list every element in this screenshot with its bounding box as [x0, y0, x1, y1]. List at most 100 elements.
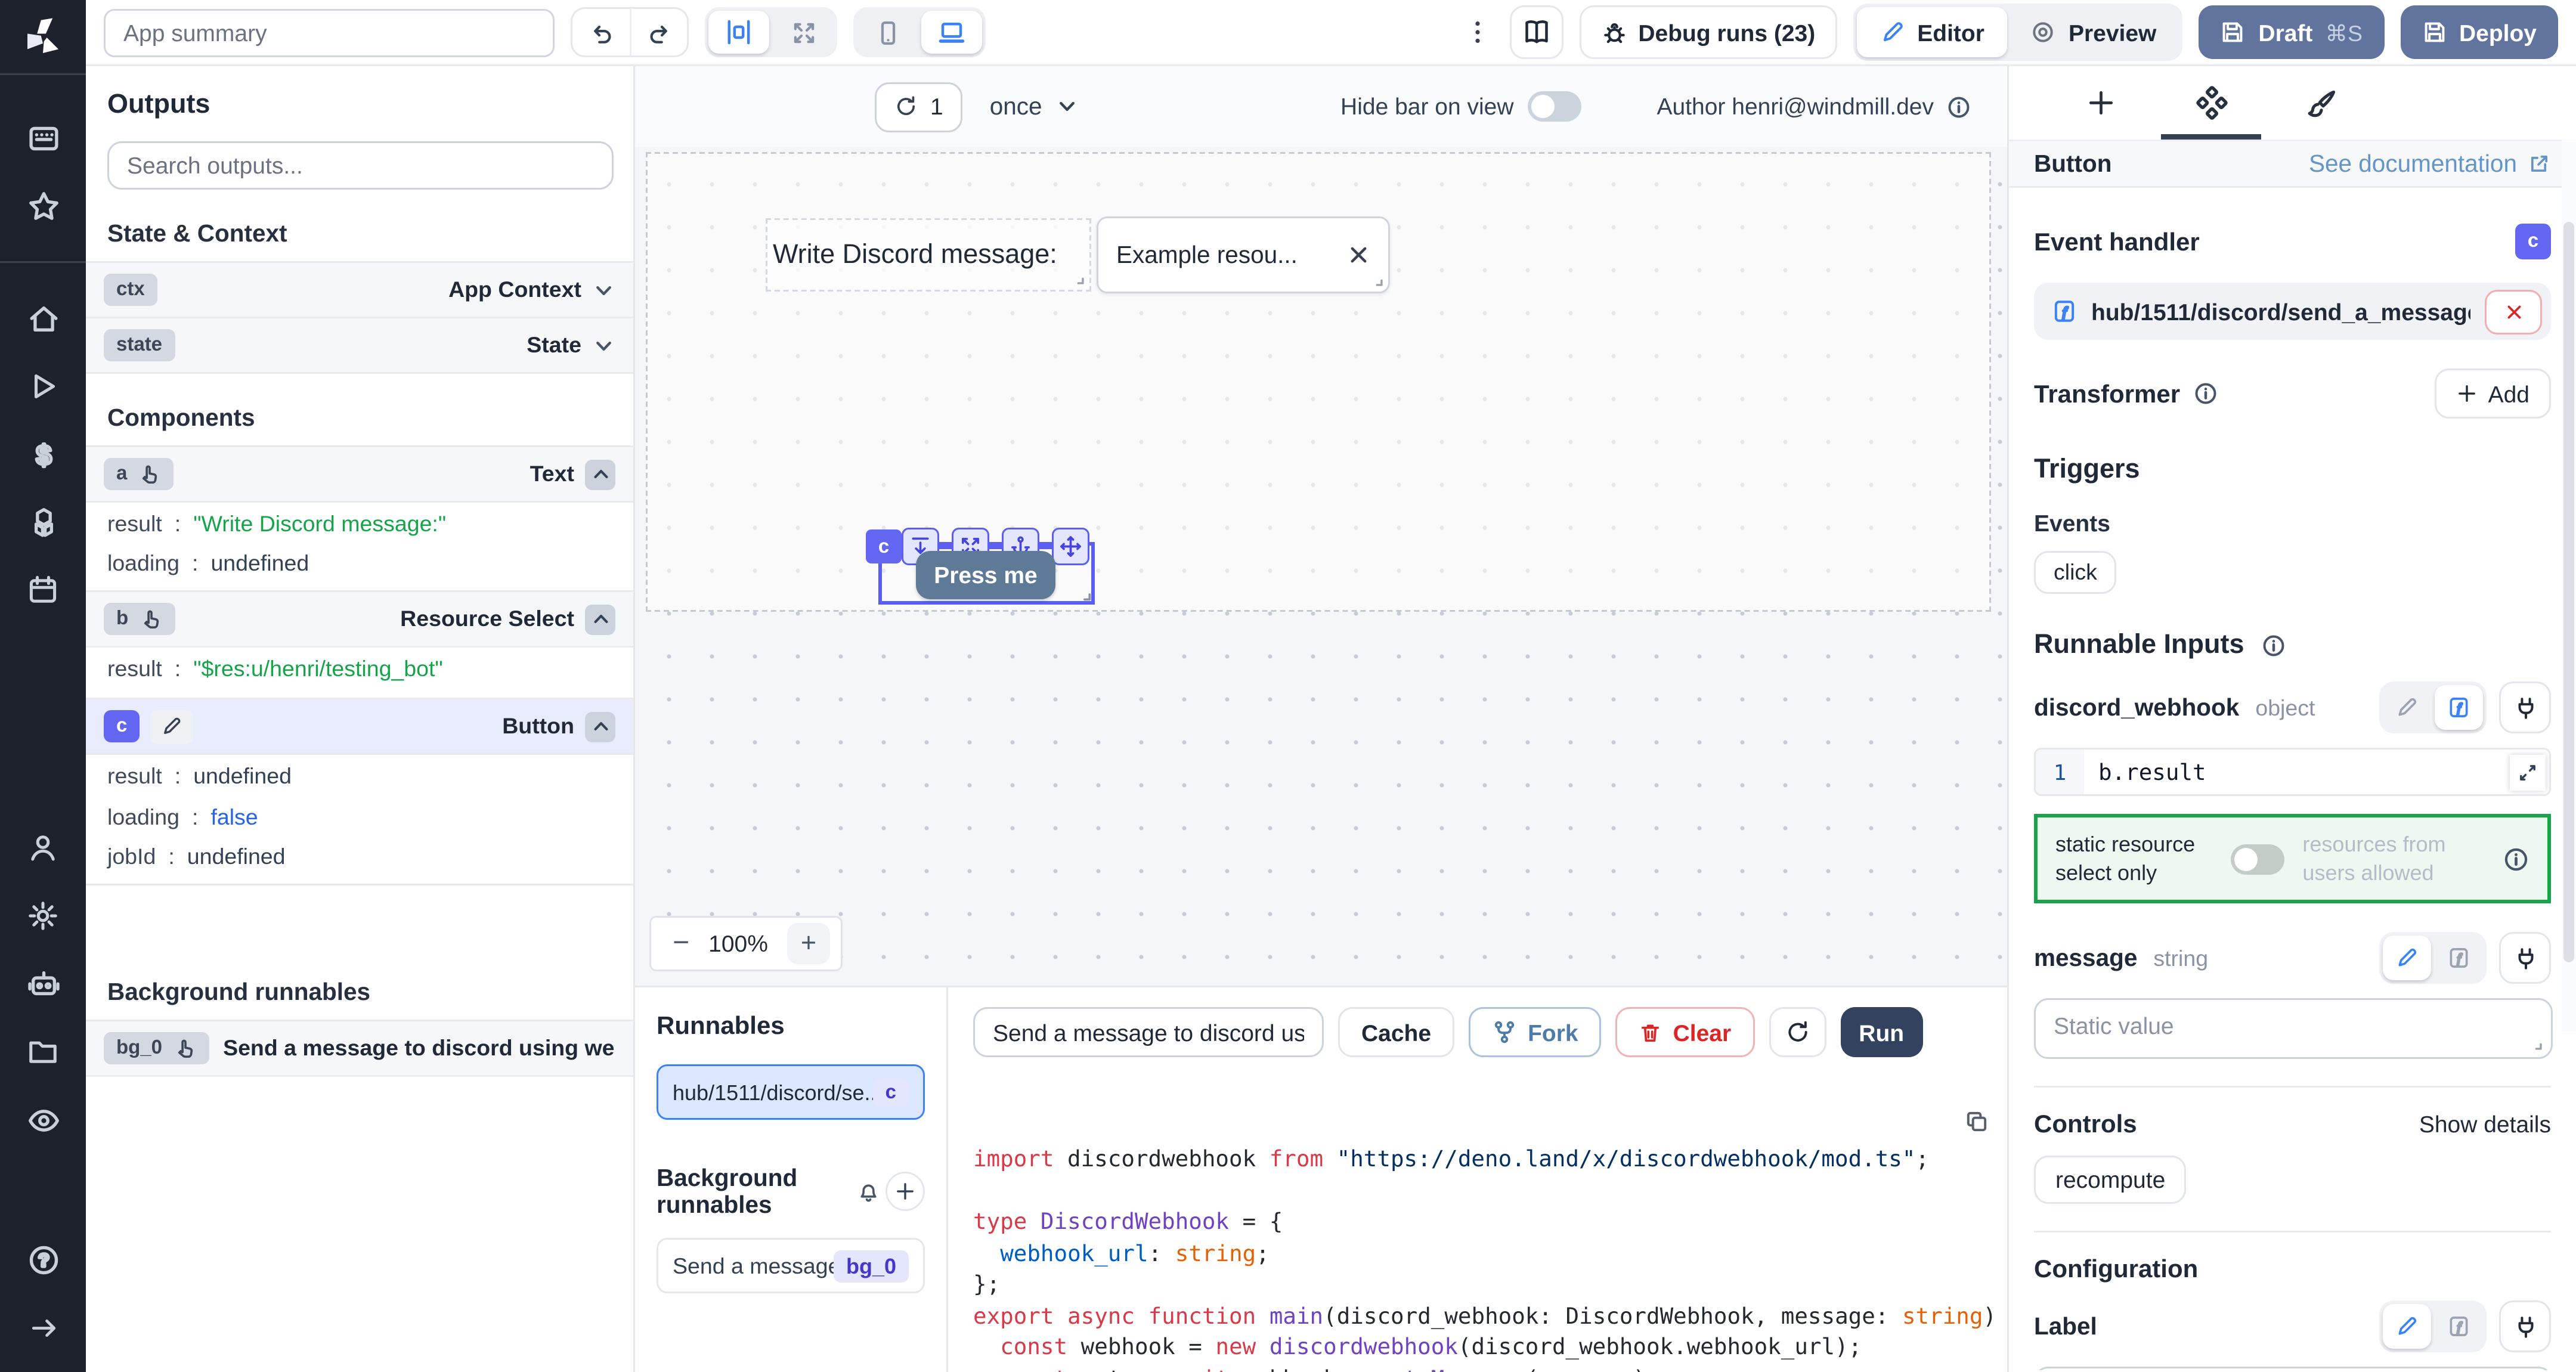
move-component-button[interactable]: [1052, 528, 1089, 565]
zoom-in-button[interactable]: +: [787, 923, 830, 964]
expression-mode-button[interactable]: [2435, 1305, 2483, 1349]
runnable-name-input[interactable]: [973, 1007, 1324, 1057]
remove-runnable-button[interactable]: [2485, 289, 2542, 334]
sidebar-item-apps[interactable]: [0, 104, 86, 172]
expression-editor[interactable]: 1 b.result: [2034, 748, 2551, 796]
message-static-value-input[interactable]: [2034, 999, 2553, 1060]
app-summary-input[interactable]: [104, 8, 555, 57]
component-row-c-selected[interactable]: c Button: [86, 699, 633, 755]
full-width-layout-button[interactable]: [773, 11, 834, 54]
event-handler-runnable[interactable]: hub/1511/discord/send_a_message_...: [2034, 283, 2551, 340]
resource-select-component[interactable]: Example resou...: [1097, 216, 1390, 293]
sidebar-item-favorites[interactable]: [0, 172, 86, 240]
see-documentation-link[interactable]: See documentation: [2309, 150, 2551, 177]
button-component[interactable]: Press me: [916, 551, 1055, 599]
docs-button[interactable]: [1509, 5, 1563, 59]
runnable-item-selected[interactable]: hub/1511/discord/se... c: [657, 1064, 925, 1120]
sidebar-item-home[interactable]: [0, 284, 86, 352]
deploy-button[interactable]: Deploy: [2400, 5, 2558, 59]
sidebar-item-workers[interactable]: [0, 950, 86, 1018]
event-click-pill[interactable]: click: [2034, 551, 2117, 594]
windmill-logo[interactable]: [20, 14, 66, 61]
hide-bar-toggle[interactable]: [1528, 91, 1582, 122]
mobile-view-button[interactable]: [857, 11, 918, 54]
expression-mode-button[interactable]: [2435, 685, 2483, 730]
expand-editor-icon[interactable]: [2510, 755, 2546, 791]
connect-input-button[interactable]: [2499, 1301, 2551, 1353]
static-mode-button[interactable]: [2383, 936, 2431, 981]
chevron-down-icon[interactable]: [592, 278, 615, 302]
undo-button[interactable]: [572, 9, 630, 55]
sidebar-item-schedules[interactable]: [0, 556, 86, 624]
tab-component-settings[interactable]: [2159, 66, 2263, 140]
chevron-down-icon[interactable]: [592, 334, 615, 357]
refresh-code-button[interactable]: [1769, 1007, 1826, 1057]
add-background-runnable-button[interactable]: [886, 1172, 925, 1211]
info-icon[interactable]: [1946, 94, 1971, 119]
resize-handle-icon[interactable]: [1070, 270, 1086, 286]
component-row-a[interactable]: a Text: [86, 447, 633, 503]
label-value-input[interactable]: Press me: [2034, 1367, 2553, 1370]
canvas-viewport[interactable]: Write Discord message: Example resou... …: [635, 147, 2007, 986]
sidebar-item-variables[interactable]: [0, 420, 86, 488]
sidebar-collapse-button[interactable]: [0, 1293, 86, 1361]
tab-editor[interactable]: Editor: [1856, 7, 2008, 57]
output-row-ctx[interactable]: ctx App Context: [86, 263, 633, 318]
text-component[interactable]: Write Discord message:: [766, 218, 1091, 292]
info-icon[interactable]: [2193, 381, 2218, 406]
clear-button[interactable]: Clear: [1616, 1007, 1755, 1057]
show-details-link[interactable]: Show details: [2419, 1111, 2551, 1138]
chevron-down-icon: [1055, 95, 1078, 118]
background-runnable-item[interactable]: Send a message... bg_0: [657, 1238, 925, 1293]
copy-code-icon[interactable]: [1964, 1109, 1989, 1134]
zoom-out-button[interactable]: −: [673, 930, 689, 958]
connect-input-button[interactable]: [2499, 682, 2551, 733]
resize-handle-icon[interactable]: [1075, 585, 1093, 603]
sidebar-item-users[interactable]: [0, 814, 86, 882]
sidebar-item-settings[interactable]: [0, 882, 86, 950]
resource-mode-toggle[interactable]: [2231, 844, 2284, 874]
background-runnable-row[interactable]: bg_0 Send a message to discord using web…: [86, 1021, 633, 1077]
debug-runs-button[interactable]: Debug runs (23): [1579, 5, 1837, 59]
search-outputs-input[interactable]: [107, 141, 614, 190]
editor-label: Editor: [1917, 19, 1984, 46]
clear-selection-icon[interactable]: [1347, 243, 1370, 267]
cache-button[interactable]: Cache: [1338, 1007, 1454, 1057]
resize-handle-icon[interactable]: [1368, 272, 1385, 288]
static-resource-label: static resource select only: [2055, 830, 2213, 888]
scrollbar-thumb[interactable]: [2563, 222, 2574, 962]
hand-pointer-icon: [173, 1037, 196, 1060]
sidebar-item-folders[interactable]: [0, 1018, 86, 1086]
static-mode-button[interactable]: [2383, 1305, 2431, 1349]
refresh-count-box[interactable]: 1: [875, 82, 963, 132]
tab-insert-component[interactable]: [2048, 66, 2152, 140]
connect-input-button[interactable]: [2499, 933, 2551, 984]
tab-styling[interactable]: [2270, 66, 2374, 140]
add-transformer-button[interactable]: Add: [2435, 368, 2551, 419]
chevron-up-icon[interactable]: [585, 604, 615, 634]
output-row-state[interactable]: state State: [86, 318, 633, 374]
recompute-pill[interactable]: recompute: [2034, 1156, 2187, 1204]
static-mode-button[interactable]: [2383, 685, 2431, 730]
more-menu-button[interactable]: [1461, 18, 1493, 47]
run-mode-dropdown[interactable]: once: [990, 93, 1078, 120]
centered-layout-button[interactable]: [708, 11, 769, 54]
chevron-up-icon[interactable]: [585, 459, 615, 490]
redo-button[interactable]: [630, 9, 687, 55]
code-editor[interactable]: import discordwebhook from "https://deno…: [973, 1080, 2007, 1372]
expression-mode-button[interactable]: [2435, 936, 2483, 981]
fork-button[interactable]: Fork: [1469, 1007, 1602, 1057]
chevron-up-icon[interactable]: [585, 711, 615, 742]
component-row-b[interactable]: b Resource Select: [86, 592, 633, 648]
sidebar-item-runs[interactable]: [0, 352, 86, 420]
pencil-icon[interactable]: [150, 710, 193, 744]
sidebar-item-audit[interactable]: [0, 1086, 86, 1154]
tab-preview[interactable]: Preview: [2008, 7, 2179, 57]
run-button[interactable]: Run: [1840, 1007, 1922, 1057]
info-icon[interactable]: [2503, 846, 2529, 872]
info-icon[interactable]: [2261, 633, 2286, 658]
desktop-view-button[interactable]: [921, 11, 982, 54]
save-draft-button[interactable]: Draft ⌘S: [2199, 5, 2384, 59]
sidebar-item-resources[interactable]: [0, 488, 86, 556]
sidebar-item-help[interactable]: [0, 1225, 86, 1293]
